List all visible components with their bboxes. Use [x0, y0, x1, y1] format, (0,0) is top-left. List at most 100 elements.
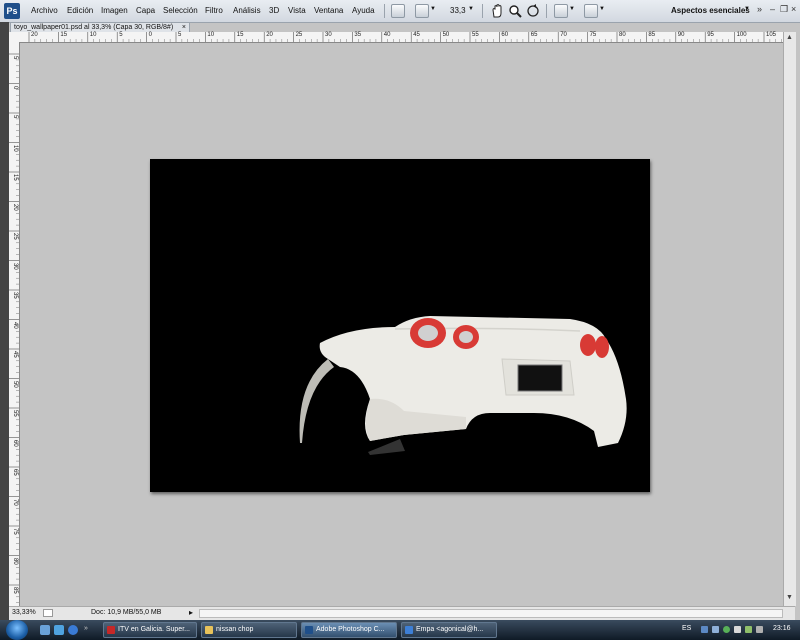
menu-ayuda[interactable]: Ayuda: [352, 6, 375, 15]
quicklaunch-more-icon[interactable]: »: [84, 625, 88, 632]
start-button[interactable]: [6, 620, 28, 640]
hand-tool-icon[interactable]: [490, 4, 504, 18]
menu-filtro[interactable]: Filtro: [205, 6, 223, 15]
ruler-label: 15: [236, 32, 244, 38]
bridge-icon[interactable]: [391, 4, 405, 18]
horizontal-scrollbar[interactable]: [199, 609, 783, 618]
ruler-label: 5: [119, 32, 123, 38]
ruler-label: 75: [12, 528, 18, 535]
taskbar: » ITV en Galicia. Super... nissan chop A…: [0, 620, 800, 640]
ruler-label: 30: [325, 32, 332, 38]
browser-icon: [107, 626, 115, 634]
ruler-label: 40: [12, 321, 18, 329]
more-workspaces-icon[interactable]: »: [757, 4, 762, 14]
ruler-label: 50: [12, 380, 18, 388]
ruler-label: 5: [12, 115, 18, 119]
security-icon[interactable]: [745, 626, 752, 633]
workspace-switcher[interactable]: Aspectos esenciales: [671, 6, 750, 15]
ruler-label: 70: [12, 498, 18, 506]
ruler-label: 0: [12, 85, 18, 89]
volume-icon[interactable]: [734, 626, 741, 633]
ruler-horizontal-ticks: [28, 32, 782, 42]
status-zoom-field[interactable]: 33,33%: [12, 609, 36, 616]
ruler-label: 100: [736, 32, 747, 38]
ruler-label: 65: [12, 469, 18, 476]
ruler-label: 20: [12, 203, 18, 211]
menu-archivo[interactable]: Archivo: [31, 6, 58, 15]
ruler-label: 65: [530, 32, 538, 38]
menu-vista[interactable]: Vista: [288, 6, 306, 15]
ruler-label: 30: [12, 262, 18, 270]
taskbar-item-nissan-chop[interactable]: nissan chop: [201, 622, 297, 638]
menu-3d[interactable]: 3D: [269, 6, 279, 15]
show-desktop-icon[interactable]: [40, 625, 50, 635]
scroll-up-icon[interactable]: ▲: [786, 34, 793, 41]
ruler-label: 40: [383, 32, 391, 38]
menu-seleccion[interactable]: Selección: [163, 6, 198, 15]
ruler-horizontal[interactable]: 20 15 10 5 0 5 10 15 20 25 30 35 40 45 50 55 60 65 70 75 80 8…: [19, 32, 783, 43]
menu-edicion[interactable]: Edición: [67, 6, 93, 15]
ruler-label: 60: [501, 32, 509, 38]
messenger-tray-icon[interactable]: [723, 626, 730, 633]
ruler-label: 15: [60, 32, 68, 38]
status-options-icon[interactable]: [43, 609, 53, 617]
ruler-vertical[interactable]: 5 0 5 10 15 20 25 30 35 40 45 50 55 60 65 70 75 80 85: [9, 42, 20, 606]
taskbar-item-label: Adobe Photoshop C...: [316, 626, 385, 633]
minimize-icon[interactable]: –: [770, 4, 775, 14]
ruler-label: 25: [295, 32, 303, 38]
ruler-label: 25: [12, 233, 18, 240]
screen-mode-icon[interactable]: [584, 4, 598, 18]
language-indicator[interactable]: ES: [682, 625, 691, 632]
workspace-dropdown-icon[interactable]: ▼: [744, 6, 750, 12]
photoshop-icon: [305, 626, 313, 634]
messenger-icon: [405, 626, 413, 634]
tray-arrow-icon[interactable]: [701, 626, 708, 633]
switch-windows-icon[interactable]: [54, 625, 64, 635]
internet-explorer-icon[interactable]: [68, 625, 78, 635]
status-bar: 33,33% Doc: 10,9 MB/55,0 MB ▸: [9, 606, 795, 621]
network-icon[interactable]: [712, 626, 719, 633]
view-extras-icon[interactable]: [415, 4, 429, 18]
restore-icon[interactable]: ❐: [780, 4, 788, 15]
close-icon[interactable]: ×: [791, 4, 796, 14]
taskbar-item-label: nissan chop: [216, 626, 254, 633]
photoshop-logo[interactable]: Ps: [4, 3, 20, 19]
zoom-tool-icon[interactable]: [508, 4, 522, 18]
scroll-down-icon[interactable]: ▼: [786, 594, 793, 601]
toolbar-separator: [384, 4, 385, 18]
view-extras-dropdown-icon[interactable]: ▼: [430, 6, 436, 12]
screen-mode-dropdown-icon[interactable]: ▼: [599, 6, 605, 12]
ruler-label: 5: [12, 56, 18, 60]
ruler-label: 45: [12, 351, 18, 358]
taskbar-item-label: Empa <agonical@h...: [416, 626, 484, 633]
tools-panel-edge[interactable]: [0, 22, 9, 622]
ruler-label: 20: [266, 32, 273, 38]
status-menu-icon[interactable]: ▸: [189, 608, 193, 617]
ruler-label: 85: [648, 32, 656, 38]
ruler-label: 10: [207, 32, 215, 38]
zoom-dropdown-icon[interactable]: ▼: [468, 6, 474, 12]
ruler-label: 55: [472, 32, 479, 38]
tray-misc-icon[interactable]: [756, 626, 763, 633]
ruler-label: 105: [766, 32, 777, 38]
car-artwork: [299, 316, 627, 455]
menu-imagen[interactable]: Imagen: [101, 6, 128, 15]
menu-ventana[interactable]: Ventana: [314, 6, 343, 15]
zoom-level-field[interactable]: 33,3: [450, 6, 466, 15]
ruler-label: 0: [148, 32, 152, 38]
vertical-scrollbar[interactable]: ▲ ▼: [783, 32, 796, 606]
ruler-label: 50: [442, 32, 450, 38]
arrange-documents-icon[interactable]: [554, 4, 568, 18]
rotate-view-icon[interactable]: [526, 4, 540, 18]
taskbar-item-email[interactable]: Empa <agonical@h...: [401, 622, 497, 638]
menu-capa[interactable]: Capa: [136, 6, 155, 15]
menu-analisis[interactable]: Análisis: [233, 6, 261, 15]
ruler-label: 80: [619, 32, 626, 38]
folder-icon: [205, 626, 213, 634]
arrange-dropdown-icon[interactable]: ▼: [569, 6, 575, 12]
taskbar-item-label: ITV en Galicia. Super...: [118, 626, 190, 633]
taskbar-item-itv[interactable]: ITV en Galicia. Super...: [103, 622, 197, 638]
taskbar-clock[interactable]: 23:16: [773, 625, 791, 632]
taskbar-item-photoshop[interactable]: Adobe Photoshop C...: [301, 622, 397, 638]
document-canvas[interactable]: [150, 159, 650, 492]
